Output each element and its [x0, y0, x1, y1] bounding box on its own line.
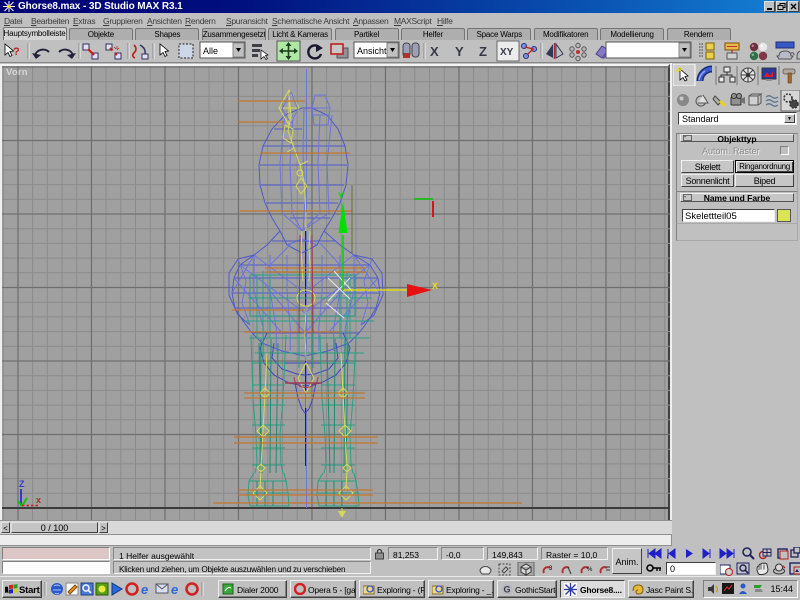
- svg-text:X: X: [430, 44, 439, 59]
- svg-text:?: ?: [13, 46, 20, 58]
- svg-text:X: X: [432, 281, 438, 291]
- svg-text:3: 3: [549, 566, 553, 572]
- svg-text:Ansicht: Ansicht: [357, 46, 387, 56]
- svg-text:Z: Z: [19, 479, 25, 489]
- svg-text:x: x: [36, 495, 41, 505]
- svg-text:e: e: [171, 582, 178, 597]
- svg-text:Alle: Alle: [203, 46, 218, 56]
- svg-text:XY: XY: [500, 47, 514, 58]
- svg-text:%: %: [587, 567, 593, 573]
- svg-text:Z: Z: [479, 44, 487, 59]
- svg-text:G: G: [504, 585, 511, 595]
- svg-text:e: e: [141, 582, 148, 597]
- svg-text:Y: Y: [338, 191, 344, 201]
- svg-text:Y: Y: [455, 44, 464, 59]
